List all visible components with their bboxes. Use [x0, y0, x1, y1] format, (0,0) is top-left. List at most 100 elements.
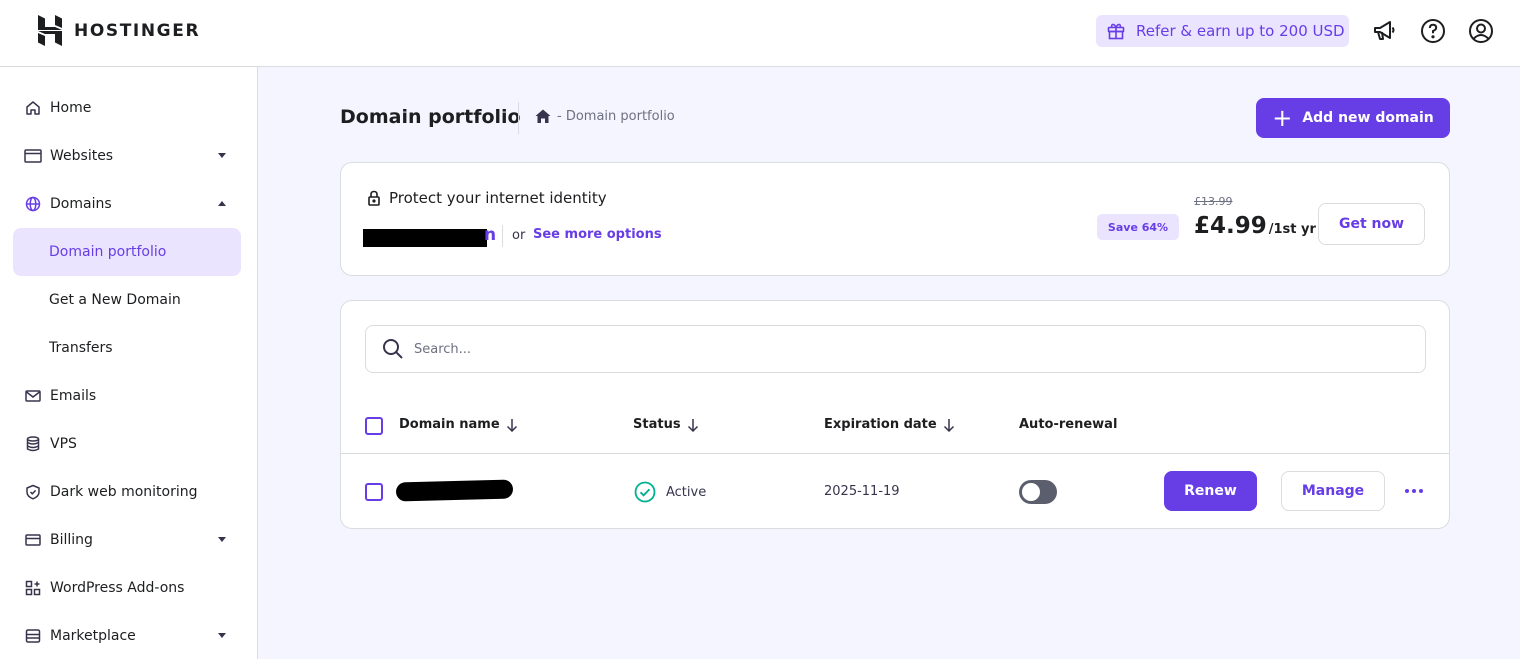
breadcrumb: - Domain portfolio: [535, 109, 675, 124]
price-amount: £4.99: [1194, 213, 1267, 239]
get-now-button[interactable]: Get now: [1318, 203, 1425, 245]
divider: [502, 225, 503, 247]
column-header-label: Expiration date: [824, 417, 937, 432]
hostinger-logo-icon: [38, 15, 62, 46]
chevron-up-icon: [218, 201, 226, 206]
auto-renewal-toggle[interactable]: [1019, 480, 1057, 504]
save-badge: Save 64%: [1097, 214, 1179, 240]
help-button[interactable]: [1419, 17, 1447, 45]
card-icon: [24, 531, 42, 549]
sidebar-item-dark-web-monitoring[interactable]: Dark web monitoring: [13, 468, 241, 516]
domain-table-card: Domain name Status Expiration date Auto-…: [340, 300, 1450, 529]
title-divider: [518, 102, 519, 134]
sidebar-item-label: Billing: [50, 532, 93, 548]
globe-icon: [24, 195, 42, 213]
promo-title-text: Protect your internet identity: [389, 189, 607, 207]
status-badge: Active: [634, 481, 706, 503]
home-icon: [24, 99, 42, 117]
sidebar: Home Websites Domains Domain portfolio G…: [0, 67, 258, 659]
shield-icon: [24, 483, 42, 501]
refer-earn-label: Refer & earn up to 200 USD: [1136, 22, 1345, 40]
redacted-domain: [363, 229, 487, 247]
promo-title: Protect your internet identity: [367, 189, 607, 207]
mail-icon: [24, 387, 42, 405]
search-bar[interactable]: [365, 325, 1426, 373]
store-icon: [24, 627, 42, 645]
plus-icon: +: [1272, 104, 1293, 132]
lock-icon: [368, 190, 380, 206]
refer-earn-button[interactable]: Refer & earn up to 200 USD: [1096, 15, 1349, 47]
sidebar-item-label: VPS: [50, 436, 77, 452]
chevron-down-icon: [218, 153, 226, 158]
sidebar-item-websites[interactable]: Websites: [13, 132, 241, 180]
database-icon: [24, 435, 42, 453]
search-input[interactable]: [414, 341, 1314, 357]
announcements-button[interactable]: [1370, 17, 1398, 45]
sidebar-item-label: Domain portfolio: [49, 244, 167, 260]
sidebar-item-label: Marketplace: [50, 628, 136, 644]
select-all-checkbox[interactable]: [365, 417, 383, 435]
top-header: HOSTINGER Refer & earn up to 200 USD: [0, 0, 1520, 67]
sidebar-item-label: Home: [50, 100, 92, 116]
sidebar-item-wordpress-addons[interactable]: WordPress Add-ons: [13, 564, 241, 612]
sort-down-icon: [943, 418, 954, 432]
column-auto-renewal: Auto-renewal: [1019, 417, 1117, 432]
expiration-date: 2025-11-19: [824, 484, 900, 499]
sidebar-item-emails[interactable]: Emails: [13, 372, 241, 420]
manage-button[interactable]: Manage: [1281, 471, 1385, 511]
price: £4.99 /1st yr: [1194, 213, 1316, 239]
addons-icon: [24, 579, 42, 597]
sidebar-item-vps[interactable]: VPS: [13, 420, 241, 468]
sidebar-item-marketplace[interactable]: Marketplace: [13, 612, 241, 659]
help-icon: [1421, 19, 1445, 43]
browser-icon: [24, 147, 42, 165]
sidebar-item-domain-portfolio[interactable]: Domain portfolio: [13, 228, 241, 276]
hostinger-logo[interactable]: HOSTINGER: [36, 15, 200, 46]
sidebar-item-label: Get a New Domain: [49, 292, 181, 308]
renew-button[interactable]: Renew: [1164, 471, 1257, 511]
more-dot-icon: [1419, 489, 1423, 493]
column-header-label: Auto-renewal: [1019, 417, 1118, 432]
brand-name: HOSTINGER: [74, 20, 201, 41]
row-checkbox[interactable]: [365, 483, 383, 501]
check-circle-icon: [634, 481, 656, 503]
or-text: or: [512, 228, 526, 243]
see-more-options-link[interactable]: See more options: [533, 227, 662, 242]
account-button[interactable]: [1467, 17, 1495, 45]
sidebar-item-billing[interactable]: Billing: [13, 516, 241, 564]
price-period: /1st yr: [1268, 222, 1316, 237]
promo-domain-name: n: [484, 225, 497, 245]
gift-icon: [1107, 23, 1125, 40]
domain-promo-card: Protect your internet identity n or See …: [340, 162, 1450, 276]
megaphone-icon: [1374, 21, 1395, 40]
sidebar-item-label: Dark web monitoring: [50, 484, 198, 500]
home-icon[interactable]: [535, 109, 551, 124]
sidebar-item-transfers[interactable]: Transfers: [13, 324, 241, 372]
column-status[interactable]: Status: [633, 417, 699, 432]
toggle-knob: [1022, 483, 1040, 501]
more-dot-icon: [1405, 489, 1409, 493]
add-new-domain-button[interactable]: + Add new domain: [1256, 98, 1450, 138]
sidebar-item-label: WordPress Add-ons: [50, 580, 185, 596]
sidebar-item-get-new-domain[interactable]: Get a New Domain: [13, 276, 241, 324]
status-text: Active: [666, 484, 707, 500]
page-title: Domain portfolio: [340, 106, 521, 128]
column-expiration-date[interactable]: Expiration date: [824, 417, 955, 432]
sidebar-item-label: Transfers: [49, 340, 113, 356]
chevron-down-icon: [218, 633, 226, 638]
sort-down-icon: [687, 418, 698, 432]
column-domain-name[interactable]: Domain name: [399, 417, 518, 432]
add-new-domain-label: Add new domain: [1302, 110, 1434, 126]
sort-down-icon: [506, 418, 517, 432]
sidebar-item-label: Emails: [50, 388, 97, 404]
column-header-label: Status: [633, 417, 681, 432]
more-options-button[interactable]: [1399, 479, 1429, 503]
sidebar-item-domains[interactable]: Domains: [13, 180, 241, 228]
sidebar-item-label: Websites: [50, 148, 114, 164]
search-icon: [383, 339, 403, 359]
column-header-label: Domain name: [399, 417, 500, 432]
breadcrumb-current: - Domain portfolio: [557, 109, 675, 124]
sidebar-item-label: Domains: [50, 196, 112, 212]
sidebar-item-home[interactable]: Home: [13, 84, 241, 132]
header-divider: [341, 453, 1449, 454]
